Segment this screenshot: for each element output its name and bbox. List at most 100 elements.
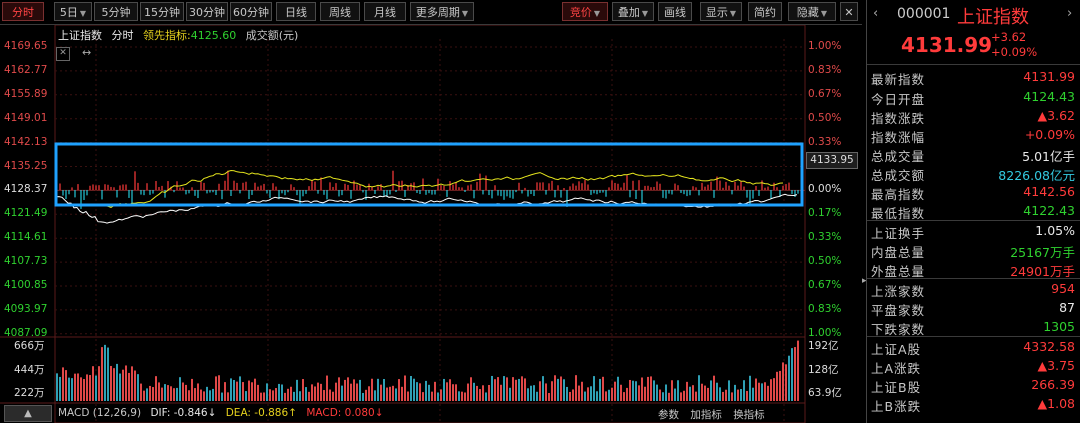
quote-value: ▲3.62 bbox=[1037, 108, 1075, 123]
pct-tick: 1.00% bbox=[808, 40, 842, 52]
quote-label: 上A涨跌 bbox=[871, 361, 922, 376]
turnover-tick: 128亿 bbox=[808, 364, 839, 376]
change-indicator-button[interactable]: 换指标 bbox=[733, 409, 765, 421]
quote-panel: ‹ 000001 上证指数 › 4131.99 +3.62 +0.09% 最新指… bbox=[866, 0, 1080, 423]
highlight-box bbox=[54, 142, 804, 207]
quote-value: 1.05% bbox=[1035, 223, 1075, 238]
volume-tick: 444万 bbox=[14, 364, 45, 376]
quote-value: 4142.56 bbox=[1023, 184, 1075, 199]
quote-value: 5.01亿手 bbox=[1022, 149, 1075, 164]
quote-label: 最新指数 bbox=[871, 72, 926, 87]
divider bbox=[867, 64, 1080, 65]
close-icon[interactable]: ✕ bbox=[56, 47, 70, 61]
hide-label: 隐藏 bbox=[796, 6, 819, 19]
period-toolbar: 分时 5日 ▼ 5分钟 15分钟 30分钟 60分钟 日线 周线 月线 更多周期 ▼… bbox=[0, 0, 862, 25]
params-button[interactable]: 参数 bbox=[658, 409, 679, 421]
tab-30min[interactable]: 30分钟 bbox=[186, 2, 228, 21]
chart-title: 上证指数 bbox=[58, 29, 102, 42]
quote-label: 平盘家数 bbox=[871, 303, 926, 318]
pct-tick: 0.67% bbox=[808, 279, 842, 291]
quote-label: 指数涨幅 bbox=[871, 130, 926, 145]
quote-value: 4131.99 bbox=[1023, 69, 1075, 84]
auction-button[interactable]: 竞价 ▼ bbox=[562, 2, 608, 21]
quote-label: 今日开盘 bbox=[871, 92, 926, 107]
quote-value: 4122.43 bbox=[1023, 203, 1075, 218]
resize-handle-icon[interactable]: ↔ bbox=[82, 46, 91, 59]
chevron-down-icon: ▼ bbox=[79, 9, 87, 18]
close-icon[interactable]: ✕ bbox=[840, 2, 858, 21]
quote-label: 上证换手 bbox=[871, 226, 926, 241]
price-tick: 4114.61 bbox=[4, 231, 48, 244]
intraday-chart[interactable]: 上证指数 分时 领先指标:4125.60 成交额(元) ✕ ↔ 4169.65 4… bbox=[0, 25, 862, 423]
stock-name: 上证指数 bbox=[957, 3, 1029, 29]
quote-row: 下跌家数 1305 bbox=[871, 318, 1077, 337]
price-tick: 4121.49 bbox=[4, 207, 48, 220]
chevron-down-icon: ▼ bbox=[820, 9, 828, 18]
pct-tick: 0.83% bbox=[808, 302, 842, 315]
tab-more-periods[interactable]: 更多周期 ▼ bbox=[410, 2, 474, 21]
turnover-label: 成交额(元) bbox=[245, 29, 299, 42]
quote-label: 总成交额 bbox=[871, 168, 926, 183]
price-tick: 4107.73 bbox=[4, 255, 48, 268]
quote-value: 4124.43 bbox=[1023, 89, 1075, 104]
tab-daily[interactable]: 日线 bbox=[276, 2, 316, 21]
macd-value: MACD: 0.080↓ bbox=[306, 407, 384, 419]
tab-5day-label: 5日 bbox=[59, 6, 78, 19]
quote-label: 上证A股 bbox=[871, 342, 922, 357]
draw-line-button[interactable]: 画线 bbox=[658, 2, 692, 21]
quote-row: 上证A股 4332.58 bbox=[871, 338, 1077, 357]
display-button[interactable]: 显示 ▼ bbox=[700, 2, 742, 21]
tab-intraday[interactable]: 分时 bbox=[2, 2, 44, 21]
overlay-button[interactable]: 叠加 ▼ bbox=[612, 2, 654, 21]
dif-value: DIF: -0.846↓ bbox=[150, 407, 217, 419]
quote-value: 954 bbox=[1051, 281, 1075, 296]
add-indicator-button[interactable]: 加指标 bbox=[690, 409, 722, 421]
lead-indicator-label: 领先指标: bbox=[143, 29, 191, 42]
divider bbox=[867, 220, 1080, 221]
macd-label: MACD (12,26,9) bbox=[58, 407, 142, 419]
quote-row: 上证B股 266.39 bbox=[871, 376, 1077, 395]
hide-button[interactable]: 隐藏 ▼ bbox=[788, 2, 836, 21]
turnover-tick: 192亿 bbox=[808, 340, 839, 352]
turnover-tick: 63.9亿 bbox=[808, 387, 842, 399]
tab-60min[interactable]: 60分钟 bbox=[230, 2, 272, 21]
pct-tick: 0.50% bbox=[808, 111, 842, 124]
tab-monthly[interactable]: 月线 bbox=[364, 2, 406, 21]
dea-value: DEA: -0.886↑ bbox=[225, 407, 297, 419]
overlay-label: 叠加 bbox=[617, 6, 640, 19]
quote-row: 总成交额 8226.08亿元 bbox=[871, 164, 1077, 183]
chevron-down-icon: ▼ bbox=[729, 9, 737, 18]
price-tick: 4100.85 bbox=[4, 279, 48, 291]
auction-label: 竞价 bbox=[569, 6, 592, 19]
price-tick: 4128.37 bbox=[4, 183, 48, 196]
quote-label: 总成交量 bbox=[871, 149, 926, 164]
tab-5min[interactable]: 5分钟 bbox=[94, 2, 138, 21]
tab-weekly[interactable]: 周线 bbox=[320, 2, 360, 21]
price-tick: 4169.65 bbox=[4, 40, 48, 52]
quote-row: 今日开盘 4124.43 bbox=[871, 88, 1077, 107]
price-tick: 4155.89 bbox=[4, 87, 48, 100]
quote-row: 外盘总量 24901万手 bbox=[871, 260, 1077, 279]
chevron-down-icon: ▲ bbox=[24, 408, 32, 419]
price-tick: 4135.25 bbox=[4, 159, 48, 172]
price-tick: 4087.09 bbox=[4, 326, 48, 339]
pct-tick: 1.00% bbox=[808, 326, 842, 339]
tab-15min[interactable]: 15分钟 bbox=[140, 2, 184, 21]
prev-stock-icon[interactable]: ‹ bbox=[873, 6, 878, 21]
price-line bbox=[55, 193, 798, 224]
stock-name-text: 上证指数 bbox=[957, 7, 1029, 28]
stock-code: 000001 bbox=[897, 6, 951, 22]
simple-button[interactable]: 简约 bbox=[748, 2, 782, 21]
tab-5day[interactable]: 5日 ▼ bbox=[54, 2, 92, 21]
quote-row: 总成交量 5.01亿手 bbox=[871, 145, 1077, 164]
pct-tick: 0.67% bbox=[808, 87, 842, 100]
next-stock-icon[interactable]: › bbox=[1067, 6, 1072, 21]
pct-tick: 0.50% bbox=[808, 255, 842, 268]
quote-row: 最新指数 4131.99 bbox=[871, 68, 1077, 87]
indicator-buttons: 参数 加指标 换指标 bbox=[658, 407, 765, 422]
price-tick: 4162.77 bbox=[4, 63, 48, 76]
current-price-tag: 4133.95 bbox=[806, 152, 858, 169]
quote-row: 内盘总量 25167万手 bbox=[871, 241, 1077, 260]
indicator-selector[interactable]: ▲ bbox=[4, 405, 52, 422]
quote-row: 上A涨跌 ▲3.75 bbox=[871, 357, 1077, 376]
